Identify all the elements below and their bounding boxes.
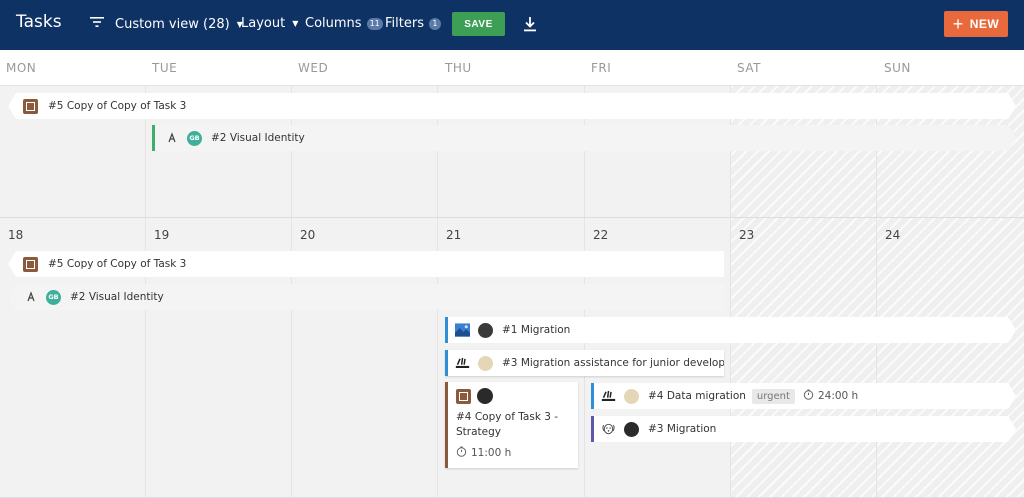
brand-logo-icon <box>164 131 179 146</box>
brand-logo-icon <box>23 290 38 305</box>
brand-logo-icon <box>455 356 470 371</box>
event-bar[interactable]: GB #2 Visual Identity <box>152 125 1016 151</box>
weekday-tue: TUE <box>152 61 178 75</box>
day-number: 21 <box>446 228 462 242</box>
event-title: #1 Migration <box>502 324 571 336</box>
weekday-fri: FRI <box>591 61 612 75</box>
avatar <box>478 323 493 338</box>
save-button[interactable]: SAVE <box>452 12 505 36</box>
avatar <box>624 422 639 437</box>
avatar <box>477 388 493 404</box>
avatar: GB <box>187 131 202 146</box>
event-bar[interactable]: #3 Migration assistance for junior devel… <box>445 350 724 376</box>
priority-tag: urgent <box>752 389 795 404</box>
plus-icon: + <box>952 14 964 34</box>
page-title: Tasks <box>16 12 62 32</box>
avatar <box>478 355 493 371</box>
event-title: #2 Visual Identity <box>211 132 305 144</box>
avatar <box>624 389 639 404</box>
day-number: 18 <box>8 228 24 242</box>
card-header <box>456 388 570 404</box>
card-title: #4 Copy of Task 3 - Strategy <box>456 411 559 438</box>
layout-dropdown[interactable]: Layout ▼ <box>241 16 298 31</box>
filters-label: Filters <box>385 16 424 31</box>
task-card[interactable]: #4 Copy of Task 3 - Strategy 11:00 h <box>445 382 578 468</box>
spreadsheet-icon <box>23 99 38 114</box>
day-number: 23 <box>739 228 755 242</box>
filters-count-badge: 1 <box>428 17 441 30</box>
brand-logo-icon <box>601 389 616 404</box>
filter-icon <box>90 16 104 32</box>
custom-view-dropdown[interactable]: Custom view (28) ▼ <box>90 16 243 32</box>
project-thumbnail-icon <box>455 323 470 338</box>
columns-button[interactable]: Columns 11 <box>305 16 383 31</box>
event-bar[interactable]: #5 Copy of Copy of Task 3 <box>8 93 1016 119</box>
weekday-sat: SAT <box>737 61 761 75</box>
spreadsheet-icon <box>23 256 38 272</box>
day-number: 20 <box>300 228 316 242</box>
download-icon[interactable] <box>519 13 541 35</box>
weekday-thu: THU <box>445 61 472 75</box>
event-bar[interactable]: #4 Data migration urgent 24:00 h <box>591 383 1016 409</box>
event-title: #5 Copy of Copy of Task 3 <box>48 258 187 270</box>
filters-button[interactable]: Filters 1 <box>385 16 441 31</box>
dog-logo-icon <box>601 422 616 437</box>
day-cell-weekend[interactable]: 23 <box>731 218 877 497</box>
day-number: 24 <box>885 228 901 242</box>
event-bar[interactable]: #5 Copy of Copy of Task 3 <box>8 251 724 277</box>
weekday-mon: MON <box>6 61 37 75</box>
day-number: 22 <box>593 228 609 242</box>
chevron-down-icon: ▼ <box>292 19 299 28</box>
event-title: #3 Migration <box>648 423 717 435</box>
new-button-label: NEW <box>969 17 1000 31</box>
avatar: GB <box>46 289 61 305</box>
event-bar[interactable]: GB #2 Visual Identity <box>8 284 724 310</box>
weekday-header: MON TUE WED THU FRI SAT SUN <box>0 50 1024 86</box>
new-task-button[interactable]: + NEW <box>944 11 1008 37</box>
layout-label: Layout <box>241 16 286 31</box>
columns-label: Columns <box>305 16 362 31</box>
clock-icon <box>456 446 467 460</box>
day-number: 19 <box>154 228 170 242</box>
weekday-wed: WED <box>298 61 329 75</box>
custom-view-label: Custom view (28) <box>115 16 230 32</box>
event-title: #4 Data migration <box>648 390 746 402</box>
spreadsheet-icon <box>456 388 471 404</box>
clock-icon <box>803 389 814 403</box>
duration: 11:00 h <box>456 446 570 460</box>
event-title: #2 Visual Identity <box>70 291 164 303</box>
weekday-sun: SUN <box>884 61 911 75</box>
week-row-1: #5 Copy of Copy of Task 3 GB #2 Visual I… <box>0 86 1024 218</box>
event-title: #5 Copy of Copy of Task 3 <box>48 100 187 112</box>
duration-value: 11:00 h <box>471 447 512 459</box>
columns-count-badge: 11 <box>366 17 383 30</box>
event-title: #3 Migration assistance for junior devel… <box>502 357 724 369</box>
duration: 24:00 h <box>803 389 858 403</box>
event-bar[interactable]: #1 Migration <box>445 317 1016 343</box>
event-bar[interactable]: #3 Migration <box>591 416 1016 442</box>
top-bar: Tasks Custom view (28) ▼ Layout ▼ Column… <box>0 0 1024 50</box>
day-cell-weekend[interactable]: 24 <box>877 218 1024 497</box>
duration-value: 24:00 h <box>817 390 859 402</box>
